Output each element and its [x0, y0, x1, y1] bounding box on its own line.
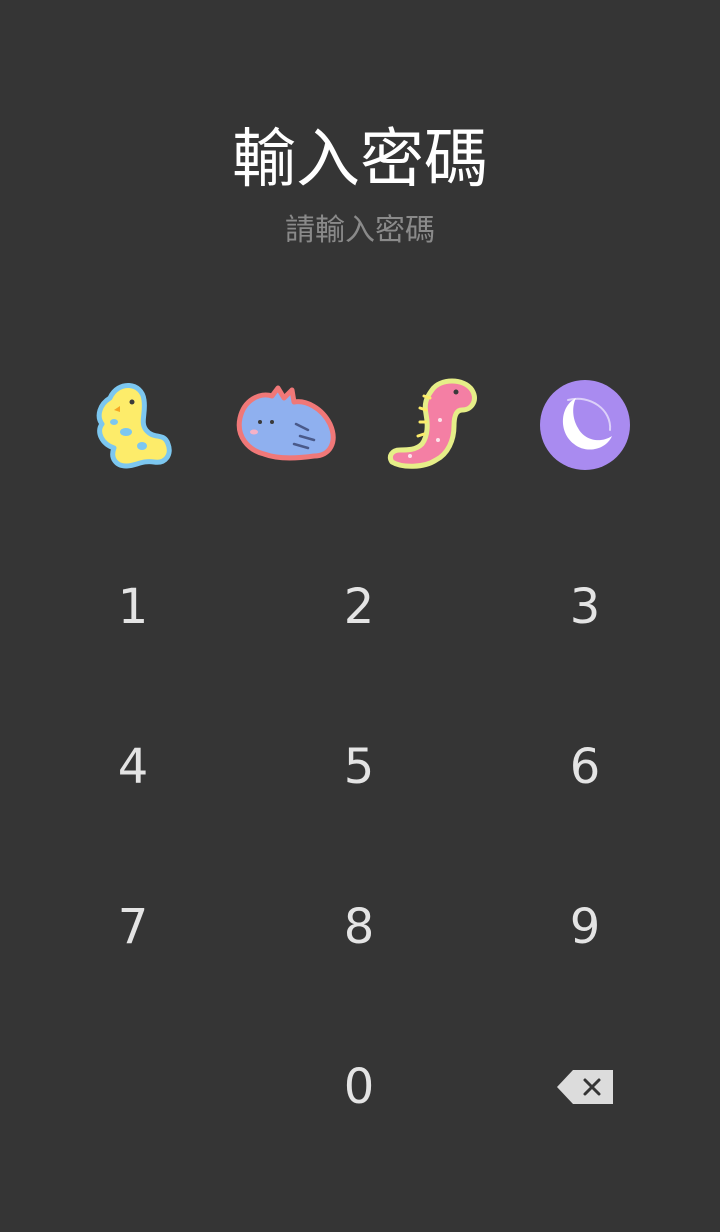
yellow-dinosaur-icon: [80, 370, 190, 480]
page-title: 輸入密碼: [232, 123, 488, 197]
key-9[interactable]: 9: [472, 847, 698, 1007]
key-empty: [20, 1007, 246, 1167]
key-6[interactable]: 6: [472, 687, 698, 847]
blue-triceratops-icon: [230, 370, 340, 480]
backspace-button[interactable]: [472, 1007, 698, 1167]
key-8[interactable]: 8: [246, 847, 472, 1007]
key-4[interactable]: 4: [20, 687, 246, 847]
key-7[interactable]: 7: [20, 847, 246, 1007]
key-2[interactable]: 2: [246, 527, 472, 687]
page-subtitle: 請輸入密碼: [285, 213, 435, 248]
pin-indicator: [0, 370, 720, 480]
purple-moon-icon: [530, 370, 640, 480]
key-3[interactable]: 3: [472, 527, 698, 687]
key-0[interactable]: 0: [246, 1007, 472, 1167]
backspace-icon: [555, 1067, 615, 1107]
key-1[interactable]: 1: [20, 527, 246, 687]
keypad: 1 2 3 4 5 6 7 8 9 0: [20, 527, 700, 1167]
key-5[interactable]: 5: [246, 687, 472, 847]
pink-longneck-dinosaur-icon: [380, 370, 490, 480]
